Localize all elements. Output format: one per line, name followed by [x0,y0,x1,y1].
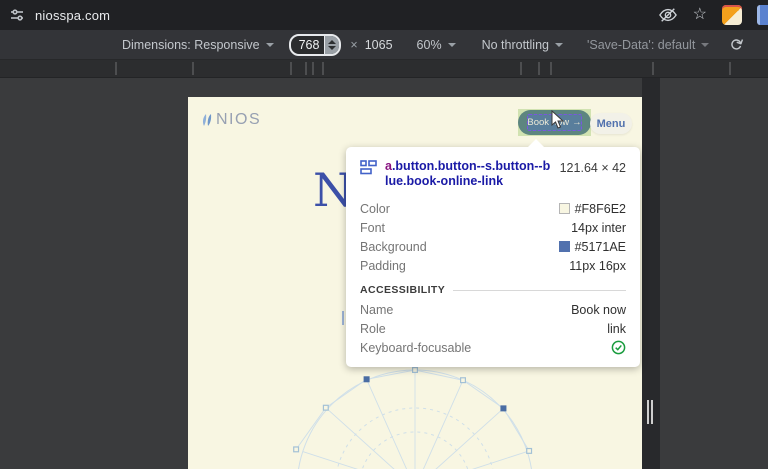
a11y-row-role: Role link [360,321,626,336]
radar-chart [293,366,533,469]
rendered-page: NIOS Book now → Menu N a.button.button--… [188,97,642,469]
site-settings-icon[interactable] [8,6,26,24]
viewport-resize-handle[interactable] [647,400,653,424]
save-data-label: 'Save-Data': default [586,37,696,52]
zoom-dropdown[interactable]: 60% [417,38,456,52]
inspected-dimensions: 121.64 × 42 [559,161,626,175]
viewport-height-value[interactable]: 1065 [365,38,393,52]
multiply-sign: × [350,37,358,52]
nios-logo-text: NIOS [216,111,262,128]
tooltip-row-background: Background #5171AE [360,239,626,254]
media-query-tick [538,62,540,75]
inspected-selector: a.button.button--s.button--blue.book-onl… [385,159,552,189]
nios-logo[interactable]: NIOS [200,111,261,129]
arrow-right-icon: → [572,117,582,128]
media-query-tick [322,62,324,75]
browser-address-bar[interactable]: niosspa.com ☆ [0,0,768,30]
stepper-down-icon[interactable] [328,45,337,50]
devtools-canvas: NIOS Book now → Menu N a.button.button--… [0,78,768,469]
occluded-text-fragment [342,311,344,325]
bookmark-star-icon[interactable]: ☆ [693,7,707,23]
media-query-bar[interactable] [0,60,768,78]
zoom-value: 60% [416,37,442,52]
media-query-tick [550,62,552,75]
color-swatch [558,203,570,214]
background-swatch [558,241,570,252]
media-query-tick [520,62,522,75]
extension-book-icon[interactable] [757,5,768,25]
viewport-width-value[interactable]: 768 [291,38,325,52]
devtools-device-toolbar: Dimensions: Responsive 768 × 1065 60% No… [0,30,768,60]
inspect-tooltip: a.button.button--s.button--blue.book-onl… [346,147,640,367]
mouse-cursor [551,110,565,129]
screen: niosspa.com ☆ Dimensions: Responsive 768… [0,0,768,469]
throttling-dropdown[interactable]: No throttling [482,38,563,52]
media-query-tick [290,62,292,75]
extension-notebook-icon[interactable] [722,5,742,25]
media-query-tick [312,62,314,75]
chevron-down-icon [701,42,710,47]
accessibility-section-header: ACCESSIBILITY [360,284,626,296]
media-query-tick [652,62,654,75]
selector-tag: a [385,159,392,173]
media-query-tick [115,62,117,75]
a11y-row-keyboard-focusable: Keyboard-focusable [360,338,626,357]
media-query-tick [305,62,307,75]
menu-button[interactable]: Menu [590,113,632,134]
menu-label: Menu [596,117,626,130]
selector-classes: .button.button--s.button--blue.book-onli… [385,159,551,188]
chevron-down-icon [447,42,456,47]
chevron-down-icon [265,42,274,47]
stepper-up-icon[interactable] [328,39,337,44]
url-text[interactable]: niosspa.com [35,8,110,23]
chevron-down-icon [554,42,563,47]
rotate-viewport-icon[interactable]: ⟳ [728,32,749,56]
dimensions-label: Dimensions: Responsive [122,37,260,52]
nios-logo-icon [202,114,212,126]
tooltip-row-font: Font 14px inter [360,220,626,235]
dimensions-dropdown[interactable]: Dimensions: Responsive [122,38,274,52]
save-data-dropdown[interactable]: 'Save-Data': default [586,37,710,52]
tooltip-row-padding: Padding 11px 16px [360,258,626,273]
tooltip-row-color: Color #F8F6E2 [360,201,626,216]
element-badge-icon [360,160,377,175]
eye-off-icon[interactable] [658,6,678,24]
throttling-label: No throttling [481,37,549,52]
width-stepper[interactable] [324,35,340,54]
media-query-tick [192,62,194,75]
tooltip-caret [528,139,544,147]
check-circle-icon [611,340,626,355]
viewport-gutter [642,78,660,469]
media-query-tick [729,62,731,75]
viewport-width-input[interactable]: 768 [288,33,342,56]
a11y-row-name: Name Book now [360,302,626,317]
